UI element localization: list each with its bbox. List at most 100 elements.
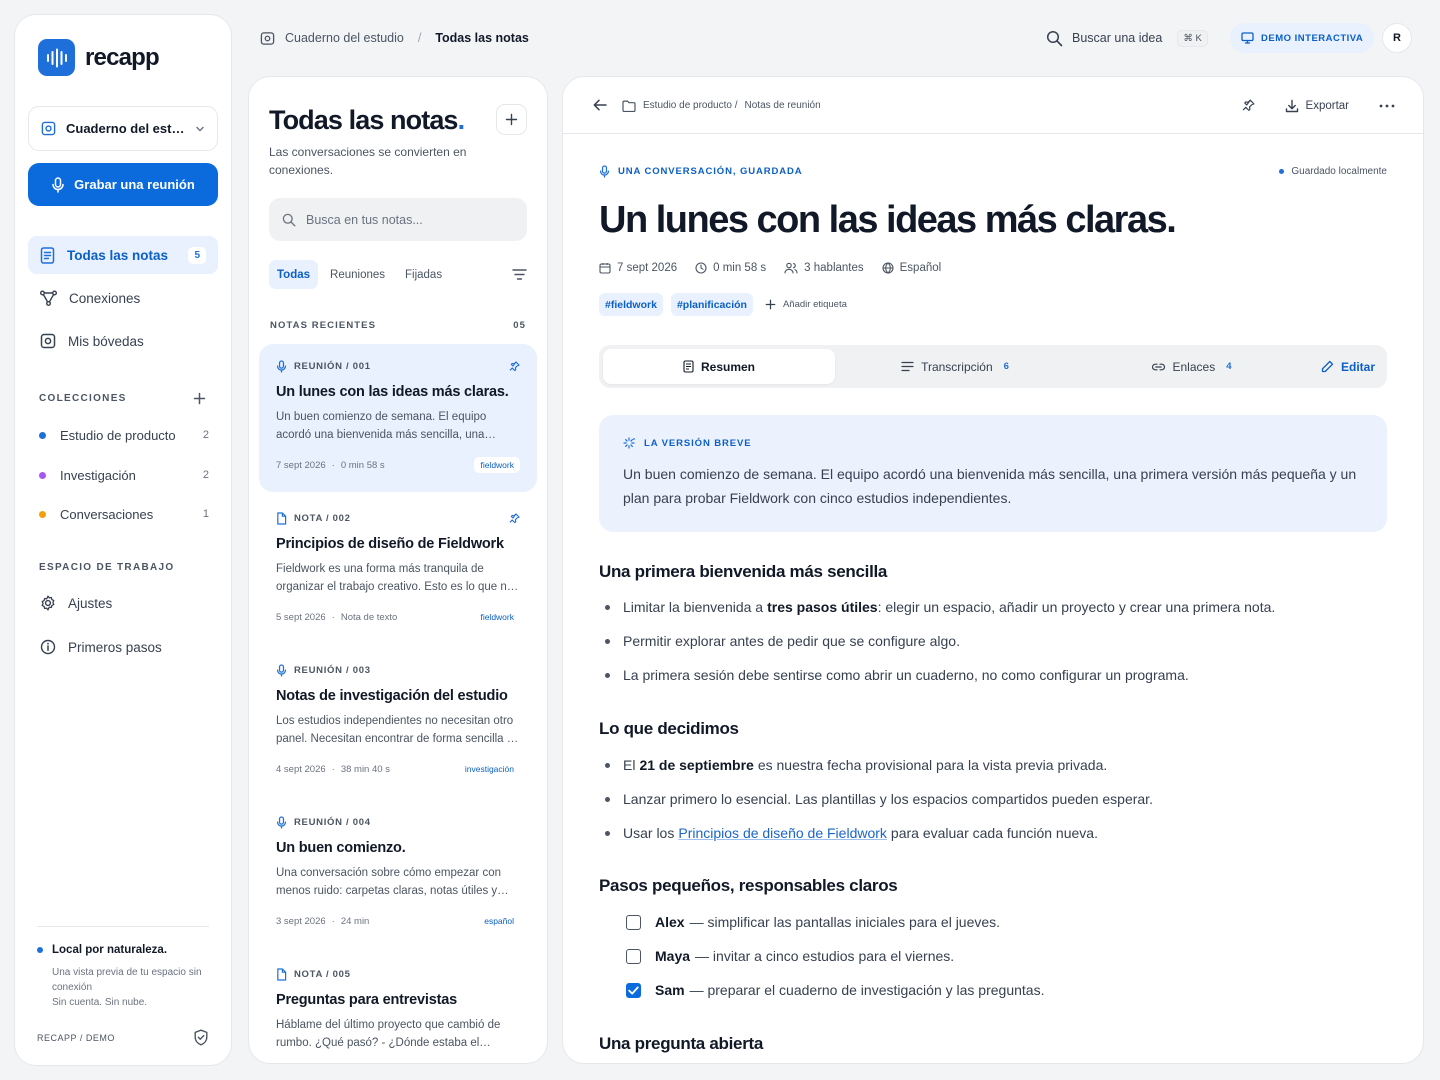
sidebar-item-settings[interactable]: Ajustes <box>28 584 218 622</box>
add-tag-button[interactable]: Añadir etiqueta <box>765 299 847 310</box>
tab-all[interactable]: Todas <box>269 260 319 289</box>
breadcrumb: Cuaderno del estudio / Todas las notas <box>260 28 529 48</box>
bullet-text: : elegir un espacio, añadir un proyecto … <box>877 599 1276 615</box>
app-logo[interactable]: recapp <box>38 39 160 76</box>
sidebar-item-all-notes[interactable]: Todas las notas 5 <box>28 236 218 274</box>
note-tags: #fieldwork #planificación Añadir etiquet… <box>599 293 847 316</box>
detail-actions: Exportar <box>1242 94 1395 117</box>
pin-icon[interactable] <box>509 513 520 524</box>
note-info: 0 min 58 s <box>340 459 385 471</box>
tab-transcript-label: Transcripción <box>921 359 993 374</box>
note-language: Español <box>899 262 942 274</box>
local-line: Una vista previa de tu espacio sin conex… <box>52 967 202 993</box>
download-icon <box>1285 99 1299 113</box>
globe-icon <box>882 262 894 274</box>
tab-meetings[interactable]: Reuniones <box>322 260 393 289</box>
record-meeting-button[interactable]: Grabar una reunión <box>28 163 218 206</box>
note-date: 5 sept 2026 <box>276 611 326 623</box>
demo-badge[interactable]: DEMO INTERACTIVA <box>1230 23 1375 53</box>
monitor-icon <box>1241 32 1254 44</box>
tab-transcript[interactable]: Transcripción 6 <box>839 349 1071 384</box>
pin-icon[interactable] <box>509 361 520 372</box>
brief-text: Un buen comienzo de semana. El equipo ac… <box>623 466 1357 506</box>
note-link[interactable]: Principios de diseño de Fieldwork <box>678 825 887 841</box>
sidebar-item-vaults[interactable]: Mis bóvedas <box>28 322 218 360</box>
brief-label: LA VERSIÓN BREVE <box>644 438 752 449</box>
shield-icon <box>193 1029 209 1046</box>
vault-icon <box>260 31 275 46</box>
keyboard-shortcut: ⌘ K <box>1177 29 1208 47</box>
recent-count: 05 <box>513 320 526 331</box>
global-search-button[interactable]: Buscar una idea ⌘ K <box>1046 28 1208 48</box>
workspace-heading: ESPACIO DE TRABAJO <box>39 562 175 573</box>
tab-summary[interactable]: Resumen <box>603 349 835 384</box>
note-tag: investigación <box>464 764 514 774</box>
local-status: Local por naturaleza. Una vista previa d… <box>37 944 217 1010</box>
sidebar-footer: RECAPP / DEMO <box>37 1029 209 1046</box>
collection-item[interactable]: Investigación 2 <box>39 465 209 485</box>
record-meeting-label: Grabar una reunión <box>74 177 195 192</box>
export-button[interactable]: Exportar <box>1285 99 1349 113</box>
add-collection-icon[interactable] <box>193 392 206 405</box>
notes-search-input[interactable]: Busca en tus notas... <box>269 198 527 241</box>
app-name: recapp <box>85 43 160 71</box>
tab-links[interactable]: Enlaces 4 <box>1075 349 1307 384</box>
more-icon[interactable] <box>1379 104 1395 108</box>
task-owner: Sam <box>655 982 685 998</box>
note-card[interactable]: REUNIÓN / 003 Notas de investigación del… <box>259 648 537 796</box>
task-checkbox[interactable] <box>626 914 641 930</box>
note-card[interactable]: NOTA / 005 Preguntas para entrevistas Há… <box>259 952 537 1063</box>
folder-icon <box>622 100 636 112</box>
new-note-button[interactable] <box>496 104 527 135</box>
note-date: 7 sept 2026 <box>276 459 326 471</box>
edit-button[interactable]: Editar <box>1313 349 1383 384</box>
note-excerpt: Una conversación sobre cómo empezar con … <box>276 867 502 897</box>
task-checkbox[interactable] <box>626 948 641 964</box>
note-info: Nota de texto <box>340 611 398 623</box>
section-heading: Una pregunta abierta <box>599 1034 764 1053</box>
meta-separator: · <box>331 459 335 471</box>
vault-icon <box>41 121 56 136</box>
note-kind: REUNIÓN / 003 <box>294 665 371 676</box>
file-icon <box>276 968 287 981</box>
collection-label: Conversaciones <box>60 506 154 522</box>
breadcrumb-root[interactable]: Cuaderno del estudio <box>285 31 404 45</box>
sort-icon[interactable] <box>512 268 527 281</box>
task-owner: Maya <box>655 948 691 964</box>
note-card[interactable]: REUNIÓN / 001 Un lunes con las ideas más… <box>259 344 537 492</box>
pencil-icon <box>1321 360 1334 373</box>
note-breadcrumb-folder[interactable]: Notas de reunión <box>745 100 821 111</box>
bullet-item: Lanzar primero lo esencial. Las plantill… <box>605 791 1153 807</box>
collections-heading: COLECCIONES <box>39 393 127 404</box>
back-arrow-icon[interactable] <box>593 98 607 112</box>
add-tag-label: Añadir etiqueta <box>782 299 847 310</box>
notes-filter-tabs: Todas Reuniones Fijadas <box>269 260 527 289</box>
page-title-text: Todas las notas <box>269 105 458 135</box>
note-tag: fieldwork <box>480 612 514 622</box>
users-icon <box>784 262 798 274</box>
mic-icon <box>276 664 287 677</box>
tab-pinned[interactable]: Fijadas <box>397 260 450 289</box>
collection-item[interactable]: Estudio de producto 2 <box>39 425 209 445</box>
avatar[interactable]: R <box>1382 23 1412 53</box>
section-heading: Una primera bienvenida más sencilla <box>599 562 888 581</box>
bullet-text: El <box>623 757 636 773</box>
demo-label: DEMO INTERACTIVA <box>1261 32 1364 44</box>
note-card[interactable]: REUNIÓN / 004 Un buen comienzo. Una conv… <box>259 800 537 948</box>
status-dot <box>37 947 43 953</box>
note-kind: NOTA / 002 <box>294 513 351 524</box>
tag-chip[interactable]: #fieldwork <box>599 293 663 316</box>
collection-item[interactable]: Conversaciones 1 <box>39 504 209 524</box>
meta-separator: · <box>331 763 335 775</box>
notebook-selector[interactable]: Cuaderno del estudio <box>28 106 218 151</box>
note-title[interactable]: Un lunes con las ideas más claras. <box>599 199 1177 242</box>
task-text: — preparar el cuaderno de investigación … <box>689 982 1045 998</box>
tag-chip[interactable]: #planificación <box>670 293 753 316</box>
task-checkbox[interactable] <box>626 982 641 998</box>
note-card[interactable]: NOTA / 002 Principios de diseño de Field… <box>259 496 537 644</box>
pin-icon[interactable] <box>1242 99 1255 112</box>
sidebar-item-connections[interactable]: Conexiones <box>28 279 218 317</box>
sidebar-item-getting-started[interactable]: Primeros pasos <box>28 628 218 666</box>
bullet-bold: tres pasos útiles <box>767 599 878 615</box>
note-breadcrumb-collection[interactable]: Estudio de producto / <box>643 100 738 111</box>
